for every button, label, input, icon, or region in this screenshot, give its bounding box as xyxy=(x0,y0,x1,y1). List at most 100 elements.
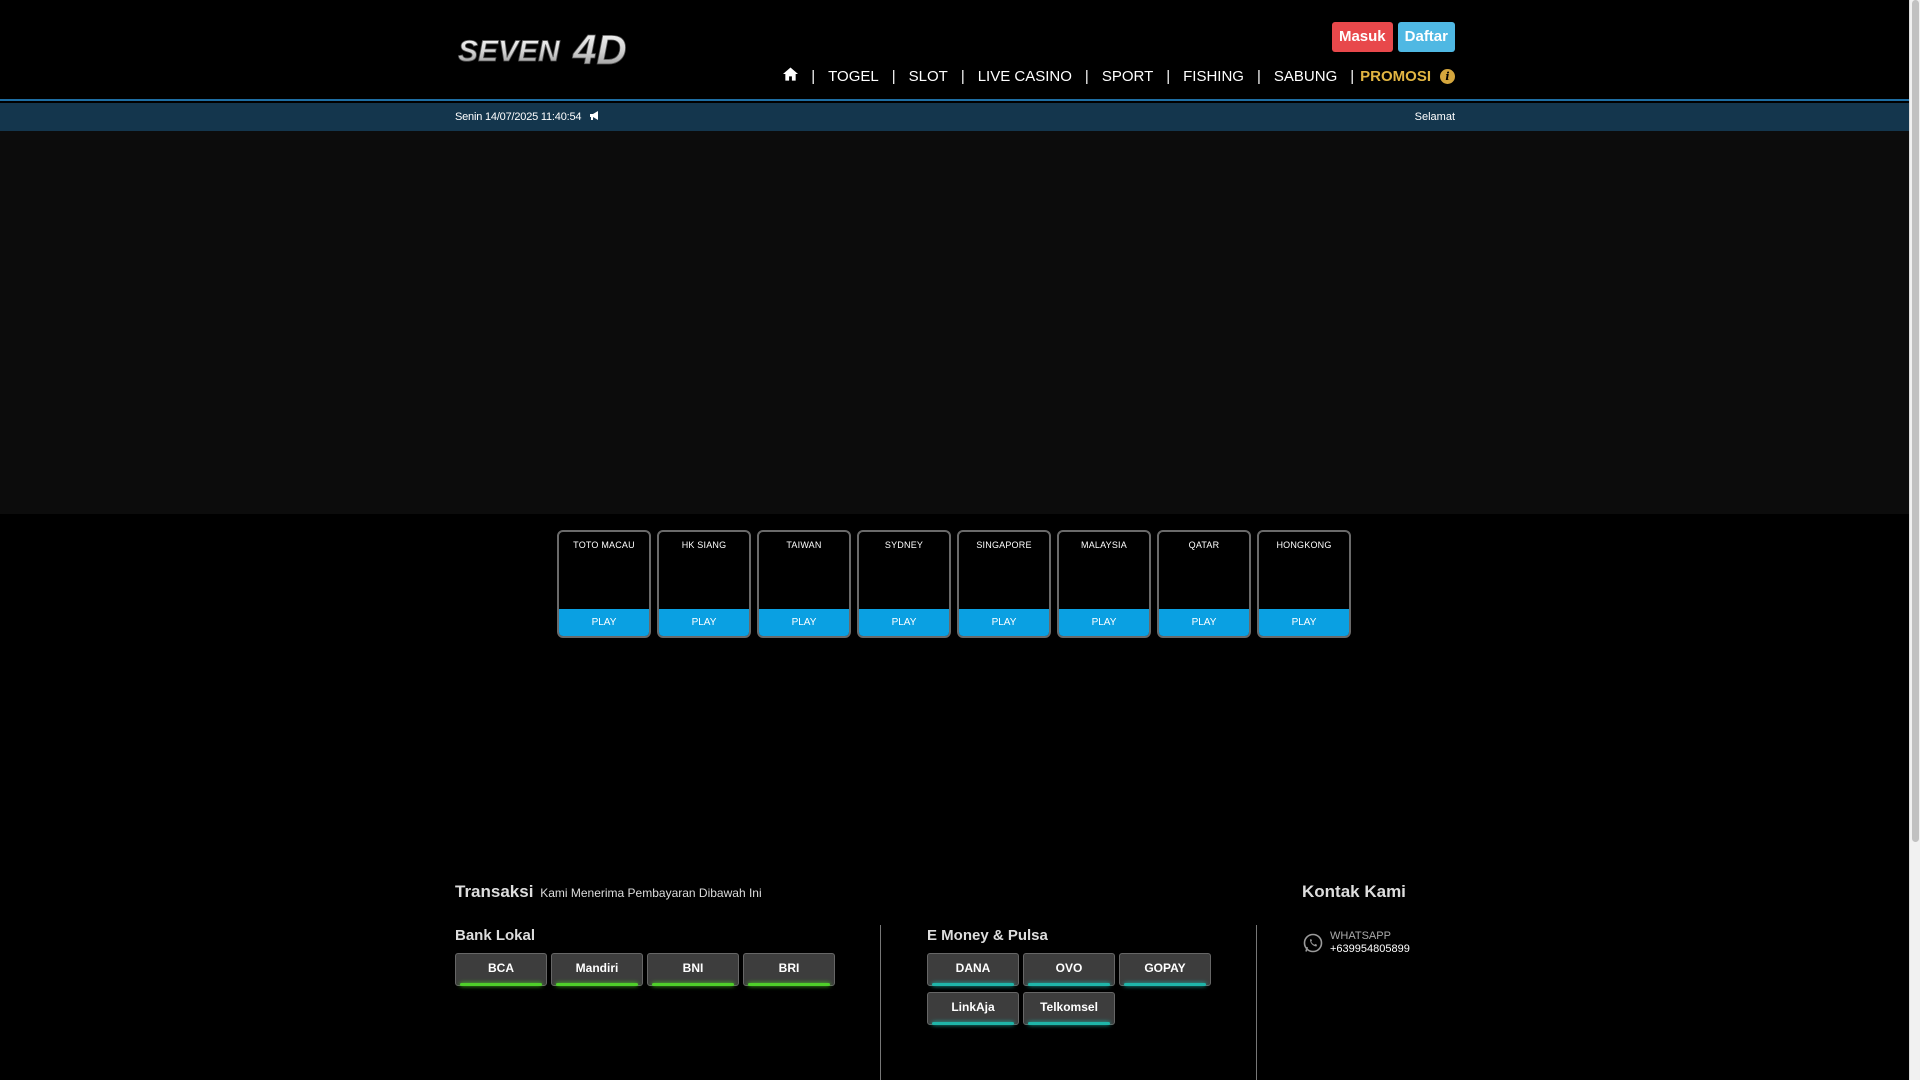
emoney-label: OVO xyxy=(1055,961,1083,975)
emoney-telkomsel[interactable]: Telkomsel xyxy=(1023,992,1115,1025)
play-button[interactable]: PLAY xyxy=(1059,609,1149,636)
footer-divider xyxy=(1256,925,1257,1080)
site-logo[interactable]: SEVEN 4D xyxy=(455,24,655,74)
datetime-display: Senin 14/07/2025 11:40:54 xyxy=(455,111,600,123)
lottery-name: QATAR xyxy=(1188,540,1220,550)
hero-banner[interactable] xyxy=(0,131,1909,514)
nav-item-fishing[interactable]: FISHING xyxy=(1183,68,1244,85)
auth-buttons: Masuk Daftar xyxy=(1331,22,1455,52)
lottery-name: HONGKONG xyxy=(1276,540,1332,550)
main-nav: | TOGEL | SLOT | LIVE CASINO | SPORT | F… xyxy=(783,67,1455,85)
nav-separator: | xyxy=(1350,67,1355,85)
lottery-card-malaysia[interactable]: MALAYSIA PLAY xyxy=(1057,530,1151,638)
vertical-scrollbar[interactable] xyxy=(1909,0,1920,1080)
play-button[interactable]: PLAY xyxy=(659,609,749,636)
bank-label: BRI xyxy=(778,961,800,975)
lottery-markets: TOTO MACAU PLAY HK SIANG PLAY TAIWAN PLA… xyxy=(0,514,1909,656)
whatsapp-contact[interactable]: WHATSAPP +639954805899 xyxy=(1302,930,1410,956)
play-button[interactable]: PLAY xyxy=(559,609,649,636)
lottery-card-toto-macau[interactable]: TOTO MACAU PLAY xyxy=(557,530,651,638)
bank-mandiri[interactable]: Mandiri xyxy=(551,953,643,986)
emoney-list: DANA OVO GOPAY xyxy=(927,953,1211,986)
lottery-card-hk-siang[interactable]: HK SIANG PLAY xyxy=(657,530,751,638)
bank-label: BNI xyxy=(682,961,704,975)
play-button[interactable]: PLAY xyxy=(1259,609,1349,636)
nav-separator: | xyxy=(960,67,965,85)
site-footer: Transaksi Kami Menerima Pembayaran Dibaw… xyxy=(0,870,1909,1080)
content-spacer xyxy=(0,656,1909,870)
megaphone-icon xyxy=(590,111,600,123)
transaksi-heading: Transaksi Kami Menerima Pembayaran Dibaw… xyxy=(455,882,762,902)
nav-item-sport[interactable]: SPORT xyxy=(1102,68,1153,85)
whatsapp-text: WHATSAPP +639954805899 xyxy=(1330,930,1410,956)
emoney-label: LinkAja xyxy=(951,1000,995,1014)
whatsapp-number[interactable]: +639954805899 xyxy=(1330,943,1410,956)
emoney-label: GOPAY xyxy=(1144,961,1186,975)
bank-bni[interactable]: BNI xyxy=(647,953,739,986)
emoney-heading: E Money & Pulsa xyxy=(927,927,1048,944)
lottery-name: SINGAPORE xyxy=(976,540,1032,550)
lottery-list: TOTO MACAU PLAY HK SIANG PLAY TAIWAN PLA… xyxy=(557,530,1351,638)
svg-text:SEVEN: SEVEN xyxy=(458,35,561,68)
bank-lokal-list: BCA Mandiri BNI BRI xyxy=(455,953,835,986)
whatsapp-label: WHATSAPP xyxy=(1330,930,1391,942)
lottery-name: TAIWAN xyxy=(786,540,822,550)
announcement-marquee: Selamat xyxy=(1414,111,1455,123)
nav-separator: | xyxy=(1166,67,1171,85)
nav-item-promosi[interactable]: PROMOSI xyxy=(1360,68,1431,85)
nav-item-togel[interactable]: TOGEL xyxy=(828,68,879,85)
login-button[interactable]: Masuk xyxy=(1331,22,1393,52)
lottery-card-sydney[interactable]: SYDNEY PLAY xyxy=(857,530,951,638)
scrollbar-thumb[interactable] xyxy=(1912,0,1919,842)
nav-separator: | xyxy=(891,67,896,85)
bank-label: BCA xyxy=(488,961,514,975)
nav-separator: | xyxy=(1084,67,1089,85)
play-button[interactable]: PLAY xyxy=(759,609,849,636)
emoney-dana[interactable]: DANA xyxy=(927,953,1019,986)
page: SEVEN 4D Masuk Daftar | TOGEL | SLOT | L… xyxy=(0,0,1909,1080)
home-icon[interactable] xyxy=(783,67,799,85)
nav-item-slot[interactable]: SLOT xyxy=(909,68,948,85)
emoney-ovo[interactable]: OVO xyxy=(1023,953,1115,986)
svg-text:4D: 4D xyxy=(572,26,627,73)
lottery-card-hongkong[interactable]: HONGKONG PLAY xyxy=(1257,530,1351,638)
transaksi-title: Transaksi xyxy=(455,882,534,901)
status-indicator xyxy=(1124,983,1206,986)
register-button[interactable]: Daftar xyxy=(1397,22,1455,52)
nav-separator: | xyxy=(811,67,816,85)
play-button[interactable]: PLAY xyxy=(959,609,1049,636)
play-button[interactable]: PLAY xyxy=(1159,609,1249,636)
contact-heading: Kontak Kami xyxy=(1302,882,1406,901)
status-bar: Senin 14/07/2025 11:40:54 Selamat xyxy=(0,103,1909,131)
footer-divider xyxy=(880,925,881,1080)
info-icon[interactable]: i xyxy=(1440,68,1455,84)
lottery-card-singapore[interactable]: SINGAPORE PLAY xyxy=(957,530,1051,638)
play-button[interactable]: PLAY xyxy=(859,609,949,636)
whatsapp-icon xyxy=(1303,933,1323,953)
datetime-text: Senin 14/07/2025 11:40:54 xyxy=(455,111,582,123)
bank-label: Mandiri xyxy=(575,961,619,975)
lottery-name: MALAYSIA xyxy=(1081,540,1127,550)
nav-item-live-casino[interactable]: LIVE CASINO xyxy=(978,68,1072,85)
status-indicator xyxy=(1028,983,1110,986)
emoney-linkaja[interactable]: LinkAja xyxy=(927,992,1019,1025)
emoney-gopay[interactable]: GOPAY xyxy=(1119,953,1211,986)
lottery-card-qatar[interactable]: QATAR PLAY xyxy=(1157,530,1251,638)
site-header: SEVEN 4D Masuk Daftar | TOGEL | SLOT | L… xyxy=(0,0,1909,101)
bank-bri[interactable]: BRI xyxy=(743,953,835,986)
status-indicator xyxy=(932,983,1014,986)
bank-bca[interactable]: BCA xyxy=(455,953,547,986)
nav-separator: | xyxy=(1256,67,1261,85)
status-indicator xyxy=(556,983,638,986)
lottery-card-taiwan[interactable]: TAIWAN PLAY xyxy=(757,530,851,638)
emoney-list-row2: LinkAja Telkomsel xyxy=(927,992,1115,1025)
status-indicator xyxy=(1028,1022,1110,1025)
nav-item-sabung[interactable]: SABUNG xyxy=(1274,68,1337,85)
lottery-name: SYDNEY xyxy=(884,540,924,550)
lottery-name: TOTO MACAU xyxy=(573,540,635,550)
status-indicator xyxy=(932,1022,1014,1025)
status-indicator xyxy=(748,983,830,986)
status-indicator xyxy=(460,983,542,986)
emoney-label: DANA xyxy=(955,961,991,975)
transaksi-subtitle: Kami Menerima Pembayaran Dibawah Ini xyxy=(540,886,762,900)
